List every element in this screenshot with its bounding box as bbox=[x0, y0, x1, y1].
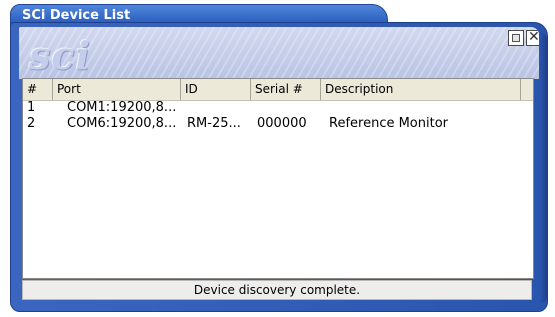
row-port: COM6:19200,8... bbox=[67, 116, 177, 131]
header-band: sci ✕ bbox=[19, 27, 539, 79]
column-header-serial[interactable]: Serial # bbox=[251, 79, 321, 100]
row-serial: 000000 bbox=[257, 116, 307, 131]
window-title: SCi Device List bbox=[22, 8, 131, 23]
restore-button[interactable] bbox=[508, 30, 524, 46]
list-row[interactable]: 1 COM1:19200,8... bbox=[23, 100, 533, 116]
column-header-description[interactable]: Description bbox=[321, 79, 521, 100]
row-id bbox=[181, 100, 251, 116]
row-port: COM1:19200,8... bbox=[67, 100, 177, 115]
row-number: 2 bbox=[27, 116, 36, 131]
row-description bbox=[321, 100, 521, 116]
row-number: 1 bbox=[27, 100, 36, 115]
header-hatch bbox=[19, 27, 539, 79]
list-body: 1 COM1:19200,8... 2 COM6:19200,8... RM-2… bbox=[23, 100, 533, 132]
row-serial bbox=[251, 100, 321, 116]
column-header-number[interactable]: # bbox=[23, 79, 53, 100]
close-icon: ✕ bbox=[528, 29, 539, 45]
restore-icon bbox=[512, 34, 520, 42]
list-row[interactable]: 2 COM6:19200,8... RM-25... 000000 Refere… bbox=[23, 116, 533, 132]
row-id: RM-25... bbox=[187, 116, 241, 131]
list-header: # Port ID Serial # Description bbox=[23, 79, 533, 101]
close-button[interactable]: ✕ bbox=[526, 29, 539, 46]
column-header-id[interactable]: ID bbox=[181, 79, 251, 100]
frame-shade bbox=[540, 33, 547, 303]
sci-logo: sci bbox=[29, 33, 91, 78]
status-bar: Device discovery complete. bbox=[22, 280, 532, 300]
row-description: Reference Monitor bbox=[329, 116, 449, 131]
device-list[interactable]: # Port ID Serial # Description 1 COM1:19… bbox=[22, 78, 534, 279]
column-header-port[interactable]: Port bbox=[53, 79, 181, 100]
